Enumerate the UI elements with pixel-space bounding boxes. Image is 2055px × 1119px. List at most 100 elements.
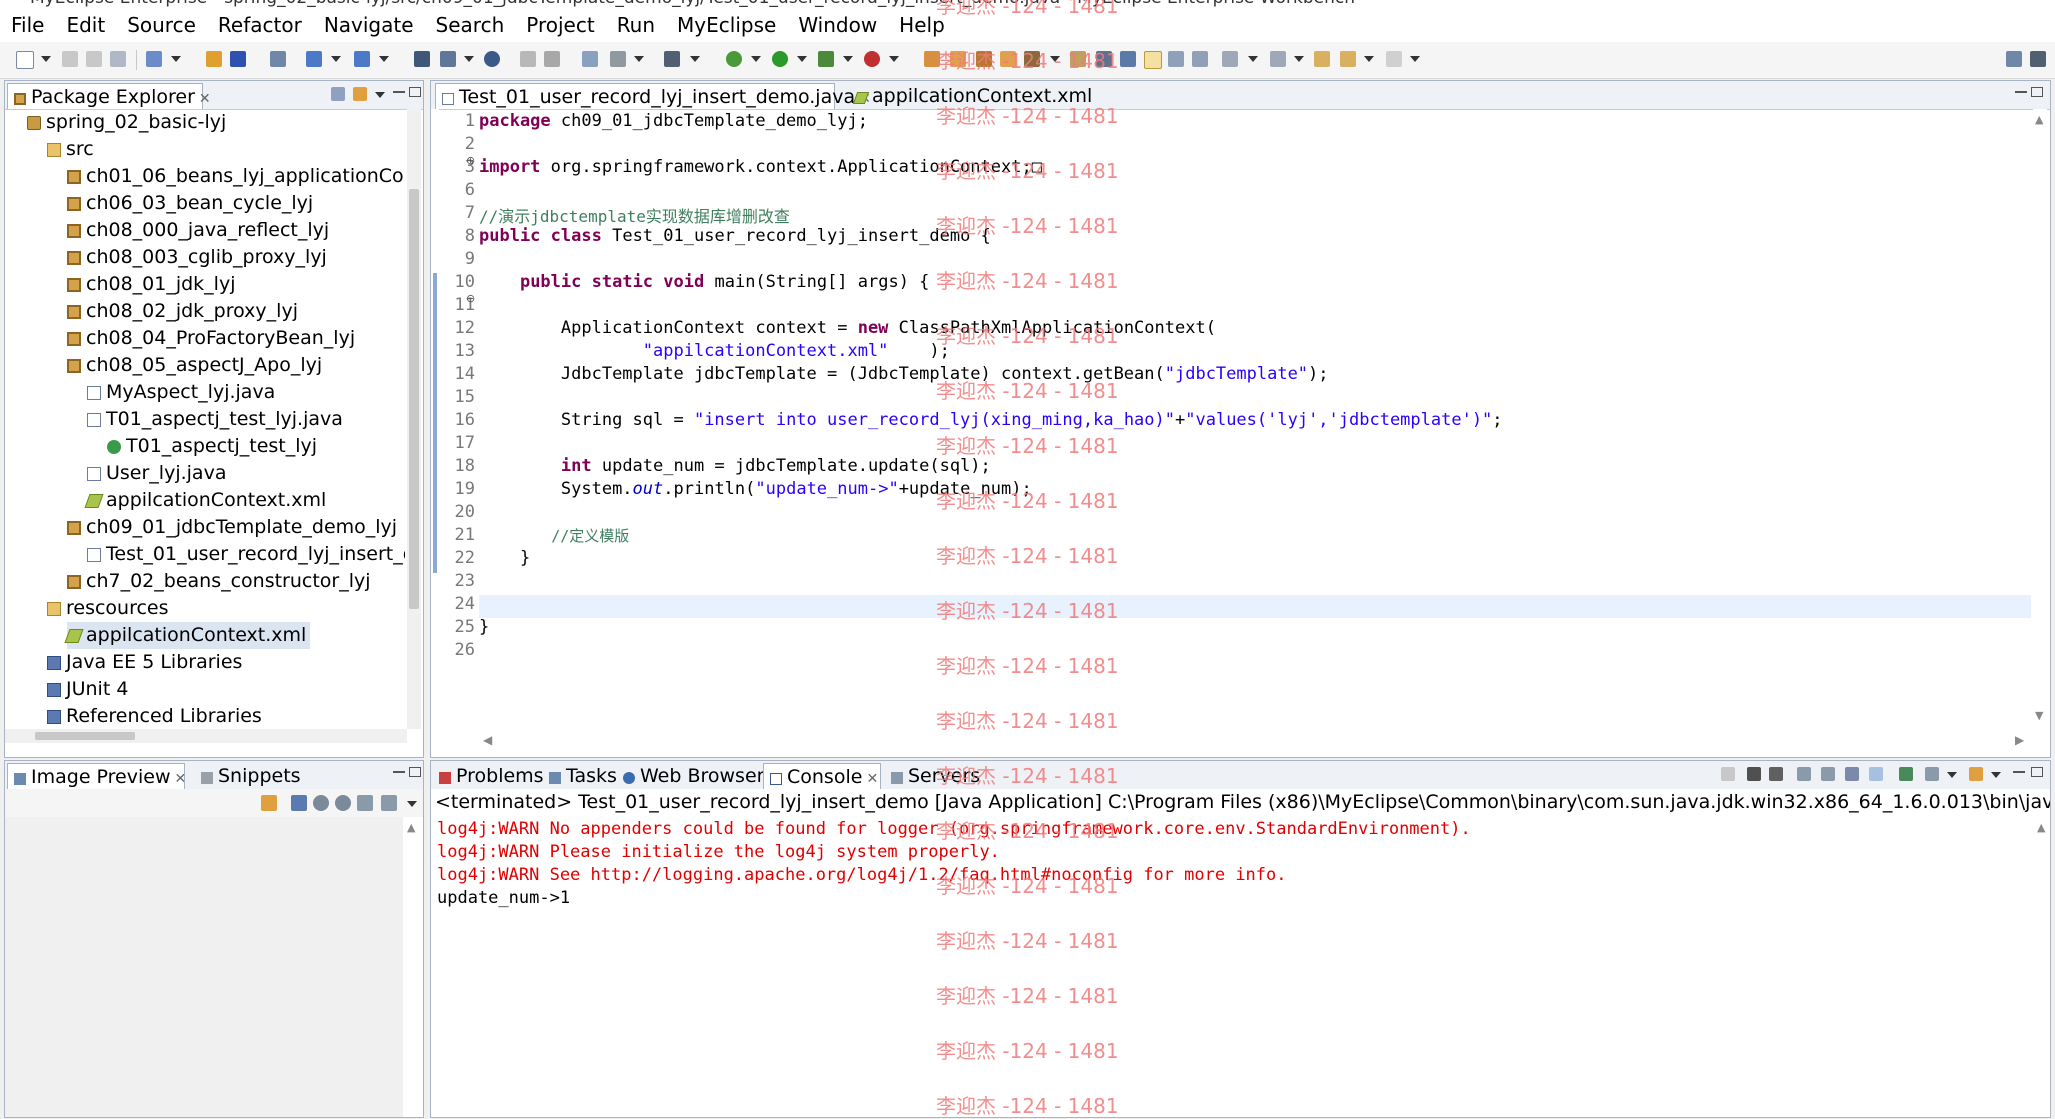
open-perspective-icon[interactable]	[2006, 51, 2022, 67]
menu-file[interactable]: File	[0, 13, 55, 37]
tree-item-package[interactable]: ch06_03_bean_cycle_lyj	[67, 190, 313, 217]
new-web-dropdown-icon[interactable]	[464, 56, 474, 62]
debug-dropdown-icon[interactable]	[751, 56, 761, 62]
menu-myeclipse[interactable]: MyEclipse	[666, 13, 787, 37]
build-icon[interactable]	[582, 51, 598, 67]
run-external-dropdown-icon[interactable]	[843, 56, 853, 62]
deploy-icon[interactable]	[306, 51, 322, 67]
back-dropdown-icon[interactable]	[1364, 56, 1374, 62]
show-whitespace-icon[interactable]	[1192, 51, 1208, 67]
menu-edit[interactable]: Edit	[55, 13, 116, 37]
scroll-up-icon[interactable]: ▲	[407, 821, 415, 834]
globe-icon[interactable]	[484, 51, 500, 67]
clear-console-icon[interactable]	[1797, 767, 1811, 781]
scroll-thumb[interactable]	[35, 732, 135, 740]
menu-source[interactable]: Source	[116, 13, 207, 37]
zoom-out-icon[interactable]	[313, 795, 329, 811]
new-console-icon[interactable]	[1969, 767, 1983, 781]
new-wizard-icon[interactable]	[146, 51, 162, 67]
server-dropdown-icon[interactable]	[379, 56, 389, 62]
link-icon[interactable]	[261, 795, 277, 811]
run-icon[interactable]	[772, 51, 788, 67]
minimize-icon[interactable]	[393, 771, 405, 774]
new-dropdown-icon[interactable]	[41, 56, 51, 62]
close-icon[interactable]: ✕	[866, 771, 878, 787]
back-icon[interactable]	[1340, 51, 1356, 67]
link-with-editor-icon[interactable]	[353, 87, 367, 101]
tab-web-browser[interactable]: Web Browser	[617, 763, 764, 789]
tree-vertical-scrollbar[interactable]	[407, 109, 421, 729]
editor-vertical-scrollbar[interactable]: ▲ ▼	[2033, 109, 2047, 729]
tree-item-package[interactable]: ch08_000_java_reflect_lyj	[67, 217, 329, 244]
word-wrap-icon[interactable]	[1845, 767, 1859, 781]
search-icon[interactable]	[1070, 51, 1086, 67]
tree-item-file[interactable]: T01_aspectj_test_lyj.java	[87, 406, 343, 433]
fold-expand-icon[interactable]: ⊕	[466, 154, 475, 167]
maximize-icon[interactable]	[2031, 87, 2043, 97]
run-dropdown-icon[interactable]	[797, 56, 807, 62]
tree-item-package[interactable]: ch08_01_jdk_lyj	[67, 271, 236, 298]
menu-window[interactable]: Window	[787, 13, 888, 37]
tree-item-file[interactable]: MyAspect_lyj.java	[87, 379, 275, 406]
tree-item-file[interactable]: Test_01_user_record_lyj_insert_dei	[87, 541, 405, 568]
prev-annotation-icon[interactable]	[1270, 51, 1286, 67]
close-icon[interactable]: ✕	[175, 771, 187, 787]
tree-item-library[interactable]: JUnit 4	[47, 676, 128, 703]
tab-problems[interactable]: Problems	[433, 763, 544, 789]
scroll-thumb[interactable]	[409, 189, 419, 609]
collapse-all-icon[interactable]	[331, 87, 345, 101]
tree-item-project[interactable]: spring_02_basic-lyj	[27, 109, 226, 136]
perspective-icon[interactable]	[2030, 51, 2046, 67]
search-tool-icon[interactable]	[976, 51, 992, 67]
minimize-icon[interactable]	[393, 91, 405, 94]
camera-icon[interactable]	[664, 51, 680, 67]
tools-icon[interactable]	[610, 51, 626, 67]
scroll-up-icon[interactable]: ▲	[2035, 113, 2043, 126]
scroll-down-icon[interactable]: ▼	[2035, 709, 2043, 722]
task-icon[interactable]	[1000, 51, 1016, 67]
forward-icon[interactable]	[1386, 51, 1402, 67]
tab-servers[interactable]: Servers	[885, 763, 989, 789]
tree-item-file[interactable]: User_lyj.java	[87, 460, 226, 487]
scroll-left-icon[interactable]: ◀	[483, 733, 492, 747]
fit-icon[interactable]	[291, 795, 307, 811]
maximize-icon[interactable]	[409, 767, 421, 777]
pin-console-icon[interactable]	[1869, 767, 1883, 781]
save-all-icon[interactable]	[86, 51, 102, 67]
remove-all-icon[interactable]	[1769, 767, 1783, 781]
scroll-right-icon[interactable]: ▶	[2015, 733, 2024, 747]
open-type-icon[interactable]	[206, 51, 222, 67]
menu-help[interactable]: Help	[888, 13, 956, 37]
remove-launch-icon[interactable]	[1747, 767, 1761, 781]
spell-icon[interactable]	[1096, 51, 1112, 67]
open-console-icon[interactable]	[1925, 767, 1939, 781]
tree-item-package[interactable]: ch09_01_jdbcTemplate_demo_lyj	[67, 514, 397, 541]
tab-tasks[interactable]: Tasks	[543, 763, 617, 789]
next-annotation-icon[interactable]	[1222, 51, 1238, 67]
view-menu-icon[interactable]	[407, 801, 417, 807]
view-menu-icon[interactable]	[1991, 772, 2001, 778]
tab-xml-editor[interactable]: appilcationContext.xml	[849, 83, 1092, 109]
tree-item-library[interactable]: Java EE 5 Libraries	[47, 649, 242, 676]
debug-icon[interactable]	[726, 51, 742, 67]
save-icon[interactable]	[62, 51, 78, 67]
console-output[interactable]: log4j:WARN No appenders could be found f…	[431, 817, 2033, 1117]
new-wizard-dropdown-icon[interactable]	[171, 56, 181, 62]
tab-console[interactable]: Console ✕	[763, 763, 881, 789]
package-nav-icon[interactable]	[924, 51, 940, 67]
maximize-icon[interactable]	[409, 87, 421, 97]
mark-occurrences-icon[interactable]	[1120, 51, 1136, 67]
tools-dropdown-icon[interactable]	[634, 56, 644, 62]
tab-image-preview[interactable]: Image Preview ✕	[7, 763, 187, 789]
new-server-icon[interactable]	[414, 51, 430, 67]
run-external-icon[interactable]	[818, 51, 834, 67]
minimize-icon[interactable]	[2015, 91, 2027, 94]
print-icon[interactable]	[110, 51, 126, 67]
tree-item-package[interactable]: ch08_04_ProFactoryBean_lyj	[67, 325, 355, 352]
coverage-dropdown-icon[interactable]	[889, 56, 899, 62]
fold-collapse-icon[interactable]: ⊖	[466, 292, 475, 305]
refresh-icon[interactable]	[544, 51, 560, 67]
display-console-icon[interactable]	[1899, 767, 1913, 781]
lock-icon[interactable]	[270, 51, 286, 67]
actual-size-icon[interactable]	[357, 795, 373, 811]
